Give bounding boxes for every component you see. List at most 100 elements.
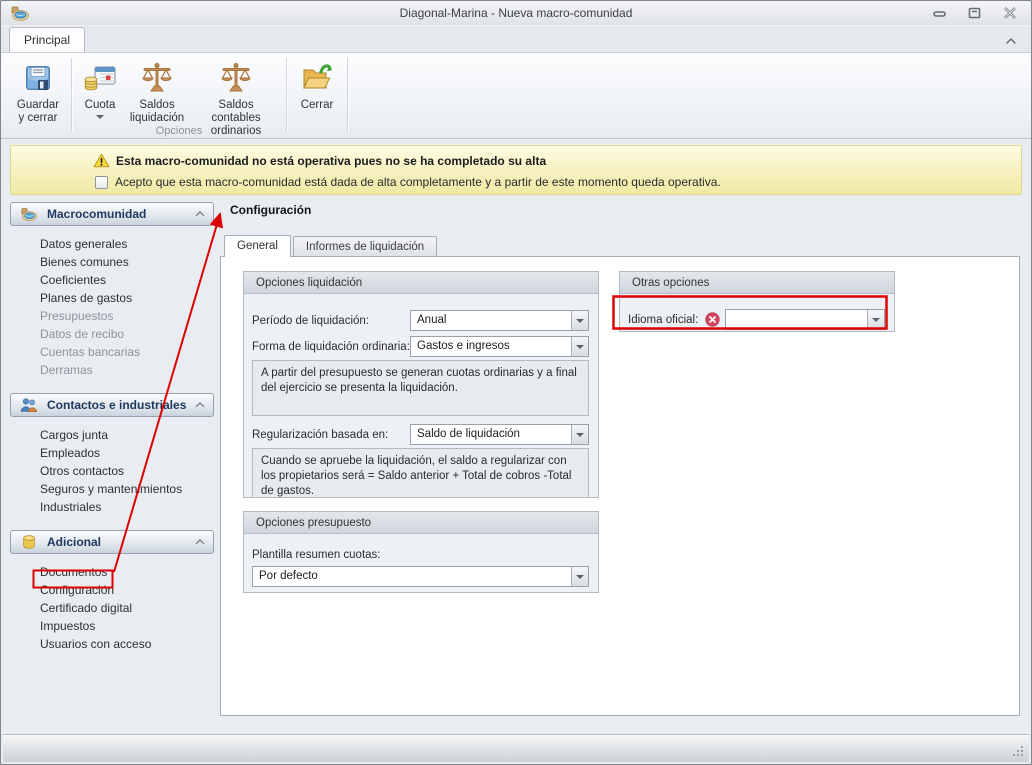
warning-message: Esta macro-comunidad no está operativa p… xyxy=(116,153,547,168)
combo-dropdown-icon[interactable] xyxy=(571,337,588,356)
groupbox-opciones-liquidacion: Opciones liquidación Período de liquidac… xyxy=(243,271,599,498)
sidebar-item-bienes-comunes[interactable]: Bienes comunes xyxy=(10,253,214,271)
sidebar-item-datos-de-recibo[interactable]: Datos de recibo xyxy=(10,325,214,343)
ribbon-separator xyxy=(347,58,348,132)
plantilla-resumen-label: Plantilla resumen cuotas: xyxy=(252,549,381,561)
cerrar-button[interactable]: Cerrar xyxy=(289,55,345,138)
plantilla-resumen-value: Por defecto xyxy=(259,570,318,582)
periodo-liquidacion-value: Anual xyxy=(417,314,447,326)
community-icon xyxy=(21,208,37,222)
forma-liquidacion-value: Gastos e ingresos xyxy=(417,340,510,352)
sidebar-item-derramas[interactable]: Derramas xyxy=(10,361,214,379)
sidebar-group-title: Macrocomunidad xyxy=(47,207,147,221)
tab-informes-liquidacion[interactable]: Informes de liquidación xyxy=(292,236,438,256)
cuota-dropdown-icon[interactable] xyxy=(96,115,104,119)
ribbon: Guardar y cerrar Cuota Saldos liquidació… xyxy=(1,52,1031,139)
folder-arrow-icon xyxy=(299,59,335,97)
people-icon xyxy=(21,398,37,413)
combo-dropdown-icon[interactable] xyxy=(571,311,588,330)
idioma-oficial-label: Idioma oficial: xyxy=(628,313,699,326)
tab-general-label: General xyxy=(237,240,278,252)
ribbon-separator xyxy=(286,58,287,132)
regularizacion-info: Cuando se apruebe la liquidación, el sal… xyxy=(252,448,589,498)
groupbox-header: Opciones presupuesto xyxy=(244,512,598,534)
sidebar-item-impuestos[interactable]: Impuestos xyxy=(10,617,214,635)
forma-liquidacion-info: A partir del presupuesto se generan cuot… xyxy=(252,360,589,416)
groupbox-otras-opciones: Otras opciones Idioma oficial: xyxy=(619,271,895,332)
saldos-liquidacion-label: Saldos liquidación xyxy=(129,99,185,124)
regularizacion-value: Saldo de liquidación xyxy=(417,428,520,440)
combo-dropdown-icon[interactable] xyxy=(867,310,884,329)
sidebar-item-documentos[interactable]: Documentos xyxy=(10,563,214,581)
minimize-button[interactable] xyxy=(932,6,947,19)
collapse-ribbon-icon[interactable] xyxy=(1003,34,1019,48)
tab-page-general: Opciones liquidación Período de liquidac… xyxy=(220,256,1020,716)
sidebar-group-macrocomunidad[interactable]: Macrocomunidad xyxy=(10,202,214,226)
idioma-oficial-select[interactable] xyxy=(725,309,885,330)
floppy-disk-icon xyxy=(22,59,54,97)
sidebar-group-adicional[interactable]: Adicional xyxy=(10,530,214,554)
scales-icon xyxy=(140,59,174,97)
sidebar-item-cargos-junta[interactable]: Cargos junta xyxy=(10,426,214,444)
chevron-up-icon[interactable] xyxy=(195,401,205,409)
error-circle-icon xyxy=(705,312,720,327)
navigation-sidebar: Macrocomunidad Datos generales Bienes co… xyxy=(10,202,214,667)
sidebar-item-coeficientes[interactable]: Coeficientes xyxy=(10,271,214,289)
tab-principal-label: Principal xyxy=(24,33,71,47)
ribbon-separator xyxy=(71,58,72,132)
sidebar-item-certificado-digital[interactable]: Certificado digital xyxy=(10,599,214,617)
sidebar-group-title: Contactos e industriales xyxy=(47,398,187,412)
maximize-button[interactable] xyxy=(967,6,982,19)
sidebar-item-presupuestos[interactable]: Presupuestos xyxy=(10,307,214,325)
page-title: Configuración xyxy=(230,203,312,217)
title-bar: Diagonal-Marina - Nueva macro-comunidad xyxy=(1,1,1031,26)
plantilla-resumen-select[interactable]: Por defecto xyxy=(252,566,589,587)
window-title: Diagonal-Marina - Nueva macro-comunidad xyxy=(399,6,633,20)
warning-triangle-icon xyxy=(93,153,110,168)
coins-calendar-icon xyxy=(83,59,117,97)
sidebar-item-otros-contactos[interactable]: Otros contactos xyxy=(10,462,214,480)
sidebar-item-configuracion[interactable]: Configuración xyxy=(10,581,214,599)
cerrar-label: Cerrar xyxy=(300,99,334,111)
sidebar-item-seguros[interactable]: Seguros y mantenimientos xyxy=(10,480,214,498)
chevron-up-icon[interactable] xyxy=(195,538,205,546)
close-button[interactable] xyxy=(1002,6,1017,19)
combo-dropdown-icon[interactable] xyxy=(571,567,588,586)
tab-general[interactable]: General xyxy=(224,235,291,257)
groupbox-header: Otras opciones xyxy=(620,272,894,294)
sidebar-item-planes-de-gastos[interactable]: Planes de gastos xyxy=(10,289,214,307)
tab-strip: General Informes de liquidación xyxy=(224,234,1022,257)
tab-principal[interactable]: Principal xyxy=(9,27,86,52)
ribbon-group-label: Opciones xyxy=(155,125,203,137)
resize-grip[interactable] xyxy=(1012,745,1025,758)
idioma-oficial-value xyxy=(726,310,867,329)
database-icon xyxy=(23,535,35,549)
forma-liquidacion-label: Forma de liquidación ordinaria: xyxy=(252,340,410,353)
application-window: Diagonal-Marina - Nueva macro-comunidad … xyxy=(0,0,1032,765)
sidebar-item-industriales[interactable]: Industriales xyxy=(10,498,214,516)
cuota-label: Cuota xyxy=(84,99,116,111)
forma-liquidacion-select[interactable]: Gastos e ingresos xyxy=(410,336,589,357)
periodo-liquidacion-select[interactable]: Anual xyxy=(410,310,589,331)
ribbon-tab-row: Principal xyxy=(1,26,1031,52)
save-and-close-button[interactable]: Guardar y cerrar xyxy=(7,55,69,138)
tab-informes-label: Informes de liquidación xyxy=(305,241,425,253)
body-area: Macrocomunidad Datos generales Bienes co… xyxy=(10,202,1022,716)
periodo-liquidacion-label: Período de liquidación: xyxy=(252,314,369,327)
groupbox-header: Opciones liquidación xyxy=(244,272,598,294)
accept-checkbox-label: Acepto que esta macro-comunidad está dad… xyxy=(115,175,721,189)
sidebar-item-usuarios-con-acceso[interactable]: Usuarios con acceso xyxy=(10,635,214,653)
chevron-up-icon[interactable] xyxy=(195,210,205,218)
save-and-close-label: Guardar y cerrar xyxy=(16,99,60,124)
sidebar-item-cuentas-bancarias[interactable]: Cuentas bancarias xyxy=(10,343,214,361)
scales-icon xyxy=(219,59,253,97)
sidebar-group-contactos[interactable]: Contactos e industriales xyxy=(10,393,214,417)
combo-dropdown-icon[interactable] xyxy=(571,425,588,444)
main-content: Configuración General Informes de liquid… xyxy=(220,202,1022,716)
regularizacion-select[interactable]: Saldo de liquidación xyxy=(410,424,589,445)
sidebar-item-datos-generales[interactable]: Datos generales xyxy=(10,235,214,253)
status-bar xyxy=(3,734,1029,762)
accept-checkbox[interactable] xyxy=(95,175,108,189)
ribbon-group-opciones: Cuota Saldos liquidación Saldos contable… xyxy=(74,55,284,138)
sidebar-item-empleados[interactable]: Empleados xyxy=(10,444,214,462)
